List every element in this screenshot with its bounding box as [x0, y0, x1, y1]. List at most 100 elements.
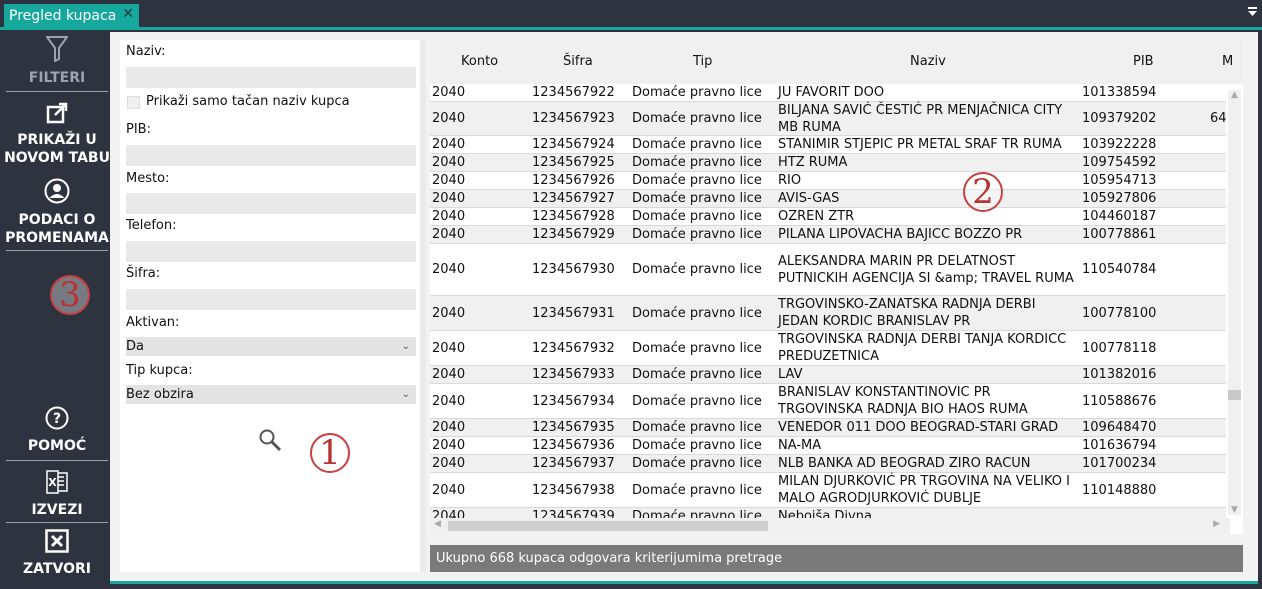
cell-tip: Domaće pravno lice [632, 191, 762, 206]
cell-pib: 101636794 [1082, 438, 1157, 453]
cell-konto: 2040 [432, 482, 466, 498]
cell-pib: 110148880 [1082, 482, 1157, 498]
scroll-up-icon[interactable]: ▲ [1228, 90, 1241, 100]
table-row[interactable]: 2040 1234567926 Domaće pravno lice RIO 10595… [430, 172, 1226, 190]
tab-pregled-kupaca[interactable]: Pregled kupaca ✕ [4, 4, 139, 27]
cell-m [1210, 208, 1230, 225]
cell-tip: Domaće pravno lice [632, 367, 762, 382]
cell-konto: 2040 [432, 173, 466, 188]
help-button[interactable]: ? POMOĆ [4, 406, 110, 454]
search-icon [259, 429, 282, 452]
sifra-input[interactable] [126, 289, 416, 310]
cell-naziv: HTZ RUMA [778, 155, 848, 170]
close-icon[interactable]: ✕ [122, 6, 134, 22]
scroll-thumb[interactable] [448, 521, 768, 531]
cell-sifra: 1234567938 [532, 482, 615, 498]
cell-sifra: 1234567923 [532, 111, 615, 126]
menu-arrow-icon[interactable] [1248, 7, 1257, 18]
cell-tip: Domaće pravno lice [632, 482, 762, 498]
cell-naziv: MILAN DJURKOVIĆ PR TRGOVINA NA VELIKO I … [778, 474, 1070, 506]
cell-pib: 105927806 [1082, 191, 1157, 206]
panel-splitter[interactable] [420, 40, 426, 572]
cell-tip: Domaće pravno lice [632, 305, 762, 321]
filters-button[interactable]: FILTERI [4, 36, 110, 88]
export-button[interactable]: X IZVEZI [4, 470, 110, 518]
cell-pib: 100778100 [1082, 305, 1157, 321]
table-row[interactable]: 2040 1234567923 Domaće pravno lice BILJANA … [430, 102, 1227, 136]
table-row[interactable]: 2040 1234567929 Domaće pravno lice PILANA L… [430, 226, 1226, 244]
column-header-naziv[interactable]: Naziv [910, 54, 946, 69]
column-header-tip[interactable]: Tip [693, 54, 712, 69]
cell-pib: 109648470 [1082, 420, 1157, 435]
table-row[interactable]: 2040 1234567928 Domaće pravno lice OZREN ZT… [430, 208, 1226, 226]
open-new-tab-button[interactable]: PRIKAŽI U NOVOM TABU [4, 102, 110, 166]
cell-pib: 105954713 [1082, 173, 1157, 188]
tip-value: Bez obzira [126, 387, 194, 402]
cell-konto: 2040 [432, 111, 466, 126]
table-row[interactable]: 2040 1234567932 Domaće pravno lice TRGOVINS… [430, 331, 1226, 366]
column-header-m[interactable]: M [1222, 54, 1233, 69]
change-data-button[interactable]: PODACI O PROMENAMA [4, 178, 110, 246]
scroll-left-icon[interactable]: ◀ [434, 519, 441, 529]
tip-select[interactable]: Bez obzira ⌄ [126, 385, 416, 404]
nav-divider [6, 250, 108, 251]
svg-text:?: ? [53, 411, 61, 427]
table-row[interactable]: 2040 1234567931 Domaće pravno lice TRGOVINS… [430, 296, 1226, 331]
cell-m [1210, 244, 1230, 295]
cell-konto: 2040 [432, 420, 466, 435]
filter-icon [45, 36, 69, 67]
cell-tip: Domaće pravno lice [632, 438, 762, 453]
change-data-label: PODACI O PROMENAMA [5, 212, 109, 246]
table-row[interactable]: 2040 1234567922 Domaće pravno lice JU FAVOR… [430, 84, 1226, 102]
cell-naziv: TRGOVINSKO-ZANATSKA RADNJA DERBI JEDAN K… [778, 297, 1036, 329]
aktivan-select[interactable]: Da ⌄ [126, 337, 416, 356]
cell-pib: 103922228 [1082, 137, 1157, 152]
tab-underline [0, 27, 1262, 30]
vertical-scrollbar[interactable]: ▲ ▼ [1228, 90, 1241, 515]
scroll-thumb[interactable] [1228, 390, 1241, 400]
naziv-input[interactable] [126, 67, 416, 88]
cell-m: 64 [1210, 111, 1227, 126]
table-row[interactable]: 2040 1234567925 Domaće pravno lice HTZ RUMA… [430, 154, 1226, 172]
column-header-konto[interactable]: Konto [461, 54, 498, 69]
mesto-input[interactable] [126, 193, 416, 214]
table-row[interactable]: 2040 1234567938 Domaće pravno lice MILAN DJ… [430, 473, 1226, 508]
table-row[interactable]: 2040 1234567930 Domaće pravno lice ALEKSAND… [430, 244, 1226, 296]
telefon-input[interactable] [126, 241, 416, 262]
cell-pib: 101338594 [1082, 85, 1157, 100]
help-icon: ? [45, 406, 69, 435]
column-header-sifra[interactable]: Šifra [563, 54, 593, 69]
cell-tip: Domaće pravno lice [632, 137, 762, 152]
close-button[interactable]: ZATVORI [4, 529, 110, 577]
table-row[interactable]: 2040 1234567927 Domaće pravno lice AVIS-GAS… [430, 190, 1226, 208]
table-row[interactable]: 2040 1234567935 Domaće pravno lice VENEDOR … [430, 419, 1226, 437]
table-row[interactable]: 2040 1234567924 Domaće pravno lice STANIMIR… [430, 136, 1226, 154]
table-row[interactable]: 2040 1234567937 Domaće pravno lice NLB BANK… [430, 455, 1226, 473]
cell-konto: 2040 [432, 227, 466, 242]
table-row[interactable]: 2040 1234567933 Domaće pravno lice LAV 10138… [430, 366, 1226, 384]
cell-m [1210, 84, 1230, 101]
search-button[interactable] [258, 428, 284, 454]
cell-m [1210, 366, 1230, 383]
cell-tip: Domaće pravno lice [632, 111, 762, 126]
telefon-label: Telefon: [126, 218, 177, 233]
exact-name-checkbox[interactable] [127, 96, 140, 109]
table-row[interactable]: 2040 1234567934 Domaće pravno lice BRANISLA… [430, 384, 1226, 419]
mesto-label: Mesto: [126, 171, 170, 186]
svg-text:X: X [48, 476, 57, 489]
pib-input[interactable] [126, 145, 416, 166]
cell-sifra: 1234567934 [532, 393, 615, 409]
cell-konto: 2040 [432, 191, 466, 206]
cell-naziv: BRANISLAV KONSTANTINOVIC PR TRGOVINSKA R… [778, 385, 1028, 417]
table-row[interactable]: 2040 1234567936 Domaće pravno lice NA-MA 101… [430, 437, 1226, 455]
cell-naziv: AVIS-GAS [778, 191, 840, 206]
horizontal-scrollbar[interactable]: ◀ ▶ [430, 518, 1230, 534]
scroll-down-icon[interactable]: ▼ [1228, 505, 1241, 515]
cell-sifra: 1234567932 [532, 340, 615, 356]
cell-pib: 101700234 [1082, 456, 1157, 471]
cell-naziv: VENEDOR 011 DOO BEOGRAD-STARI GRAD [778, 420, 1059, 435]
column-header-pib[interactable]: PIB [1133, 54, 1154, 69]
scroll-right-icon[interactable]: ▶ [1213, 519, 1220, 529]
callout-1: 1 [310, 433, 350, 473]
cell-pib: 104460187 [1082, 209, 1157, 224]
